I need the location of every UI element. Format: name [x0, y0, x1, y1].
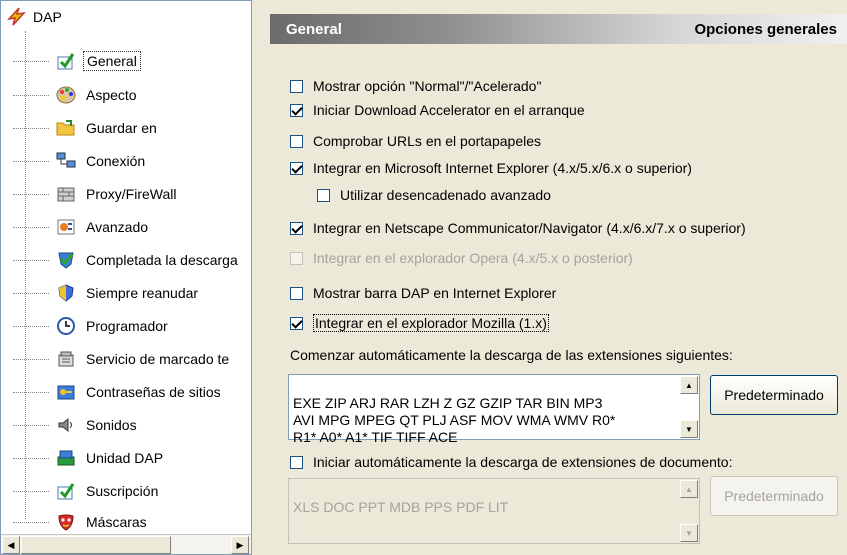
shield-icon: [55, 282, 77, 304]
checkbox: [290, 251, 303, 265]
checkbox[interactable]: [290, 286, 303, 300]
default-extensions-button[interactable]: Predeterminado: [710, 375, 838, 415]
network-icon: [55, 150, 77, 172]
doc-extensions-scrollbar: ▲ ▼: [680, 480, 698, 542]
option-iniciar-arranque[interactable]: Iniciar Download Accelerator en el arran…: [290, 102, 585, 118]
check-icon: [55, 50, 77, 72]
checkbox[interactable]: [317, 188, 330, 202]
tree-item-label: Contraseñas de sitios: [86, 384, 221, 400]
tree-item-label: Proxy/FireWall: [86, 186, 177, 202]
checkbox-label: Utilizar desencadenado avanzado: [340, 187, 551, 203]
checkbox-label: Integrar en Microsoft Internet Explorer …: [313, 160, 692, 176]
folder-icon: [55, 117, 77, 139]
tree-item-mascaras[interactable]: Máscaras: [13, 508, 150, 536]
firewall-icon: [55, 183, 77, 205]
checkbox[interactable]: [290, 221, 303, 235]
checkbox-label: Mostrar opción "Normal"/"Acelerado": [313, 78, 542, 94]
option-comprobar-urls[interactable]: Comprobar URLs en el portapapeles: [290, 133, 541, 149]
extensions-textarea[interactable]: EXE ZIP ARJ RAR LZH Z GZ GZIP TAR BIN MP…: [288, 374, 700, 445]
scroll-thumb[interactable]: [21, 536, 171, 554]
tree-item-label: Sonidos: [86, 417, 137, 433]
section-header: General Opciones generales: [270, 14, 847, 44]
tree-item-conexion[interactable]: Conexión: [13, 147, 148, 175]
tree-item-label: Unidad DAP: [86, 450, 164, 466]
tree-item-guardar-en[interactable]: Guardar en: [13, 114, 160, 142]
checkbox[interactable]: [290, 161, 303, 175]
tree-item-label: Servicio de marcado te: [86, 351, 230, 367]
checkbox-label: Integrar en Netscape Communicator/Naviga…: [313, 220, 746, 236]
clock-icon: [55, 315, 77, 337]
checkbox[interactable]: [290, 455, 303, 469]
checkbox[interactable]: [290, 316, 303, 330]
tree-item-sonidos[interactable]: Sonidos: [13, 411, 140, 439]
extensions-label: Comenzar automáticamente la descarga de …: [290, 347, 733, 363]
tree-item-label: Completada la descarga: [86, 252, 238, 268]
mask-icon: [55, 511, 77, 533]
section-title: General: [286, 20, 342, 38]
checkbox[interactable]: [290, 134, 303, 148]
options-tree[interactable]: DAP General Aspecto Guardar en Conexión: [0, 0, 252, 555]
tree-item-label: Siempre reanudar: [86, 285, 199, 301]
option-integrar-netscape[interactable]: Integrar en Netscape Communicator/Naviga…: [290, 220, 746, 236]
checkbox-label: Integrar en el explorador Mozilla (1.x): [313, 314, 549, 332]
tree-item-suscripcion[interactable]: Suscripción: [13, 477, 161, 505]
tree-item-servicio-marcado[interactable]: Servicio de marcado te: [13, 345, 232, 373]
tree-item-general[interactable]: General: [13, 47, 141, 75]
tree-item-label: Máscaras: [86, 514, 147, 530]
checkbox-label: Mostrar barra DAP en Internet Explorer: [313, 285, 557, 301]
scroll-down-icon[interactable]: ▼: [680, 420, 698, 438]
option-doc-extensions[interactable]: Iniciar automáticamente la descarga de e…: [290, 454, 732, 470]
extensions-value: EXE ZIP ARJ RAR LZH Z GZ GZIP TAR BIN MP…: [293, 395, 616, 445]
checkbox-label: Iniciar automáticamente la descarga de e…: [313, 454, 733, 470]
section-subtitle: Opciones generales: [694, 20, 837, 38]
tree-item-label: General: [83, 51, 141, 71]
tree-item-label: Conexión: [86, 153, 146, 169]
default-doc-extensions-button: Predeterminado: [710, 476, 838, 516]
option-desencadenado-avanzado[interactable]: Utilizar desencadenado avanzado: [317, 187, 551, 203]
option-barra-dap-ie[interactable]: Mostrar barra DAP en Internet Explorer: [290, 285, 556, 301]
speaker-icon: [55, 414, 77, 436]
option-integrar-mozilla[interactable]: Integrar en el explorador Mozilla (1.x): [290, 314, 549, 332]
scroll-left-icon[interactable]: ◀: [2, 536, 20, 554]
tree-root-dap[interactable]: DAP: [5, 5, 62, 29]
checkbox[interactable]: [290, 103, 303, 117]
tree-item-avanzado[interactable]: Avanzado: [13, 213, 151, 241]
tree-item-label: Programador: [86, 318, 168, 334]
tree-item-aspecto[interactable]: Aspecto: [13, 81, 140, 109]
tree-item-programador[interactable]: Programador: [13, 312, 171, 340]
tree-item-siempre-reanudar[interactable]: Siempre reanudar: [13, 279, 201, 307]
advanced-icon: [55, 216, 77, 238]
checkbox-label: Iniciar Download Accelerator en el arran…: [313, 102, 585, 118]
checkbox-label: Comprobar URLs en el portapapeles: [313, 133, 542, 149]
drive-icon: [55, 447, 77, 469]
option-integrar-ie[interactable]: Integrar en Microsoft Internet Explorer …: [290, 160, 692, 176]
tree-horizontal-scrollbar[interactable]: ◀ ▶: [1, 534, 251, 554]
phone-icon: [55, 348, 77, 370]
doc-extensions-textarea: XLS DOC PPT MDB PPS PDF LIT ▲ ▼: [288, 478, 700, 544]
palette-icon: [55, 84, 77, 106]
scroll-up-icon: ▲: [680, 480, 698, 498]
tree-item-contrasenas[interactable]: Contraseñas de sitios: [13, 378, 224, 406]
tree-item-completada-descarga[interactable]: Completada la descarga: [13, 246, 241, 274]
key-icon: [55, 381, 77, 403]
scroll-down-icon: ▼: [680, 524, 698, 542]
checkbox-label: Integrar en el explorador Opera (4.x/5.x…: [313, 250, 633, 266]
scroll-up-icon[interactable]: ▲: [680, 376, 698, 394]
lightning-icon: [5, 5, 27, 30]
tree-item-label: Suscripción: [86, 483, 159, 499]
tree-root-label: DAP: [33, 9, 62, 25]
option-mostrar-normal-acelerado[interactable]: Mostrar opción "Normal"/"Acelerado": [290, 78, 541, 94]
option-integrar-opera: Integrar en el explorador Opera (4.x/5.x…: [290, 250, 633, 266]
tree-item-label: Guardar en: [86, 120, 157, 136]
scroll-right-icon[interactable]: ▶: [231, 536, 249, 554]
tree-item-label: Aspecto: [86, 87, 137, 103]
checkbox[interactable]: [290, 79, 303, 93]
extensions-scrollbar[interactable]: ▲ ▼: [680, 376, 698, 438]
tree-item-proxy-firewall[interactable]: Proxy/FireWall: [13, 180, 180, 208]
tree-item-label: Avanzado: [86, 219, 149, 235]
checkmark-shield-icon: [55, 249, 77, 271]
doc-extensions-value: XLS DOC PPT MDB PPS PDF LIT: [293, 499, 509, 515]
tree-item-unidad-dap[interactable]: Unidad DAP: [13, 444, 166, 472]
check-icon: [55, 480, 77, 502]
